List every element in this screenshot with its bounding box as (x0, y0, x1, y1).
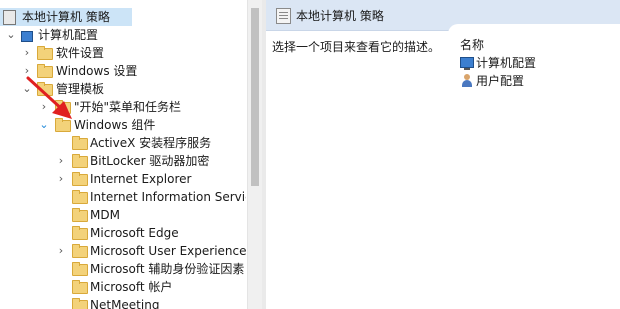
scrollbar-thumb[interactable] (251, 8, 259, 186)
folder-icon (72, 244, 88, 258)
tree-item-start-menu[interactable]: › "开始"菜单和任务栏 (0, 98, 246, 116)
policy-icon (2, 9, 18, 25)
column-header-name[interactable]: 名称 (460, 36, 484, 53)
tree-item-root[interactable]: 本地计算机 策略 (0, 8, 132, 26)
list-panel-tab (448, 24, 620, 36)
tree-item-label: 软件设置 (56, 46, 105, 60)
folder-icon (72, 136, 88, 150)
tree-item-child[interactable]: Internet Information Services (0, 188, 246, 206)
tree-item-label: Internet Explorer (90, 172, 192, 186)
tree-item-label: 计算机配置 (38, 28, 99, 42)
folder-icon (37, 82, 53, 96)
details-pane: 本地计算机 策略 选择一个项目来查看它的描述。 名称 计算机配置 用户配置 (266, 0, 620, 309)
tree-item-child[interactable]: › Internet Explorer (0, 170, 246, 188)
tree-item-root-label: 本地计算机 策略 (22, 10, 110, 24)
chevron-right-icon[interactable]: › (55, 152, 67, 170)
tree-item-windows-settings[interactable]: › Windows 设置 (0, 62, 246, 80)
folder-icon (72, 190, 88, 204)
tree-item-child[interactable]: › BitLocker 驱动器加密 (0, 152, 246, 170)
folder-icon (72, 280, 88, 294)
tree-item-label: Microsoft Edge (90, 226, 179, 240)
policy-icon (276, 8, 291, 24)
chevron-right-icon[interactable]: › (21, 44, 33, 62)
tree-item-label: MDM (90, 208, 120, 222)
tree-item-child[interactable]: Microsoft Edge (0, 224, 246, 242)
folder-icon (72, 208, 88, 222)
chevron-right-icon[interactable]: › (55, 242, 67, 260)
description-text: 选择一个项目来查看它的描述。 (272, 40, 441, 54)
chevron-down-icon[interactable]: ⌄ (38, 116, 50, 134)
chevron-right-icon[interactable]: › (21, 62, 33, 80)
computer-icon (460, 57, 474, 70)
folder-icon (72, 226, 88, 240)
list-item-label: 计算机配置 (476, 56, 537, 70)
tree-item-child[interactable]: MDM (0, 206, 246, 224)
tree-item-child[interactable]: Microsoft 帐户 (0, 278, 246, 296)
tree-item-label: ActiveX 安装程序服务 (90, 136, 212, 150)
chevron-down-icon[interactable]: ⌄ (21, 80, 33, 98)
tree-item-child[interactable]: NetMeeting (0, 296, 246, 309)
chevron-right-icon[interactable]: › (55, 170, 67, 188)
user-icon (461, 74, 473, 88)
chevron-down-icon[interactable]: ⌄ (5, 26, 17, 44)
tree-item-label: "开始"菜单和任务栏 (74, 100, 182, 114)
folder-icon (72, 154, 88, 168)
tree-item-software-settings[interactable]: › 软件设置 (0, 44, 246, 62)
tree-item-label: Microsoft 辅助身份验证因素 (90, 262, 245, 276)
tree-item-label: Windows 组件 (74, 118, 156, 132)
folder-icon (37, 64, 53, 78)
folder-icon (72, 262, 88, 276)
folder-icon (72, 172, 88, 186)
tree-pane[interactable]: 本地计算机 策略 ⌄ 计算机配置 › 软件设置 › Windows 设置 ⌄ 管… (0, 0, 246, 309)
tree-item-windows-components[interactable]: ⌄ Windows 组件 (0, 116, 246, 134)
tree-item-label: 管理模板 (56, 82, 105, 96)
folder-icon (55, 100, 71, 114)
tree-item-computer-config[interactable]: ⌄ 计算机配置 (0, 26, 246, 44)
tree-item-label: Internet Information Services (90, 190, 246, 204)
tree-scrollbar[interactable] (247, 0, 262, 309)
tree-item-label: Microsoft 帐户 (90, 280, 173, 294)
tree-item-label: Windows 设置 (56, 64, 138, 78)
list-item-label: 用户配置 (476, 74, 525, 88)
computer-icon (20, 27, 36, 43)
tree-item-child[interactable]: Microsoft 辅助身份验证因素 (0, 260, 246, 278)
tree-item-label: Microsoft User Experience Virt (90, 244, 246, 258)
tree-item-child[interactable]: › Microsoft User Experience Virt (0, 242, 246, 260)
folder-icon (55, 118, 71, 132)
details-title: 本地计算机 策略 (296, 9, 384, 23)
tree-item-label: NetMeeting (90, 298, 160, 309)
tree-item-admin-templates[interactable]: ⌄ 管理模板 (0, 80, 246, 98)
chevron-right-icon[interactable]: › (38, 98, 50, 116)
folder-icon (72, 298, 88, 309)
tree-item-label: BitLocker 驱动器加密 (90, 154, 210, 168)
folder-icon (37, 46, 53, 60)
tree-item-child[interactable]: ActiveX 安装程序服务 (0, 134, 246, 152)
